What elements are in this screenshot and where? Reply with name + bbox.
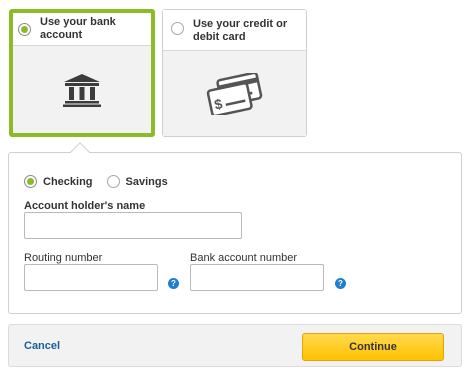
bank-account-option-image: [13, 46, 151, 133]
account-number-input[interactable]: [190, 264, 324, 291]
bank-account-radio[interactable]: [18, 22, 31, 36]
holder-name-label: Account holder's name: [24, 200, 146, 212]
account-number-help-icon[interactable]: ?: [335, 278, 346, 289]
checking-label: Checking: [43, 175, 93, 188]
bank-account-option-header[interactable]: Use your bank account: [13, 13, 151, 46]
savings-radio[interactable]: [106, 175, 120, 188]
continue-button[interactable]: Continue: [302, 333, 444, 361]
savings-option[interactable]: Savings: [106, 175, 168, 188]
routing-help-icon[interactable]: ?: [168, 278, 179, 289]
credit-card-option-label: Use your credit or debit card: [193, 18, 287, 44]
form-footer: Cancel Continue: [8, 324, 462, 367]
holder-name-input[interactable]: [24, 212, 242, 239]
bank-account-option-label: Use your bank account: [40, 16, 116, 41]
credit-card-option-image: $: [163, 51, 306, 136]
routing-number-input[interactable]: [24, 264, 158, 291]
credit-card-label-line2: debit card: [193, 31, 246, 43]
account-number-label: Bank account number: [190, 252, 298, 264]
credit-cards-icon: $: [206, 72, 262, 115]
credit-card-label-line1: Use your credit or: [193, 18, 288, 30]
checking-radio[interactable]: [24, 175, 37, 188]
routing-number-label: Routing number: [24, 252, 103, 264]
bank-account-form-panel: Checking Savings Account holder's name R…: [8, 152, 462, 314]
credit-card-option-card[interactable]: Use your credit or debit card $: [162, 9, 307, 137]
cancel-link[interactable]: Cancel: [24, 340, 60, 352]
savings-label: Savings: [125, 175, 168, 188]
account-type-group: Checking Savings: [24, 175, 182, 188]
credit-card-radio[interactable]: [171, 22, 184, 35]
bank-account-option-card[interactable]: Use your bank account: [9, 9, 155, 137]
credit-card-option-header[interactable]: Use your credit or debit card: [163, 10, 306, 51]
checking-option[interactable]: Checking: [24, 175, 93, 188]
bank-building-icon: [63, 73, 101, 107]
